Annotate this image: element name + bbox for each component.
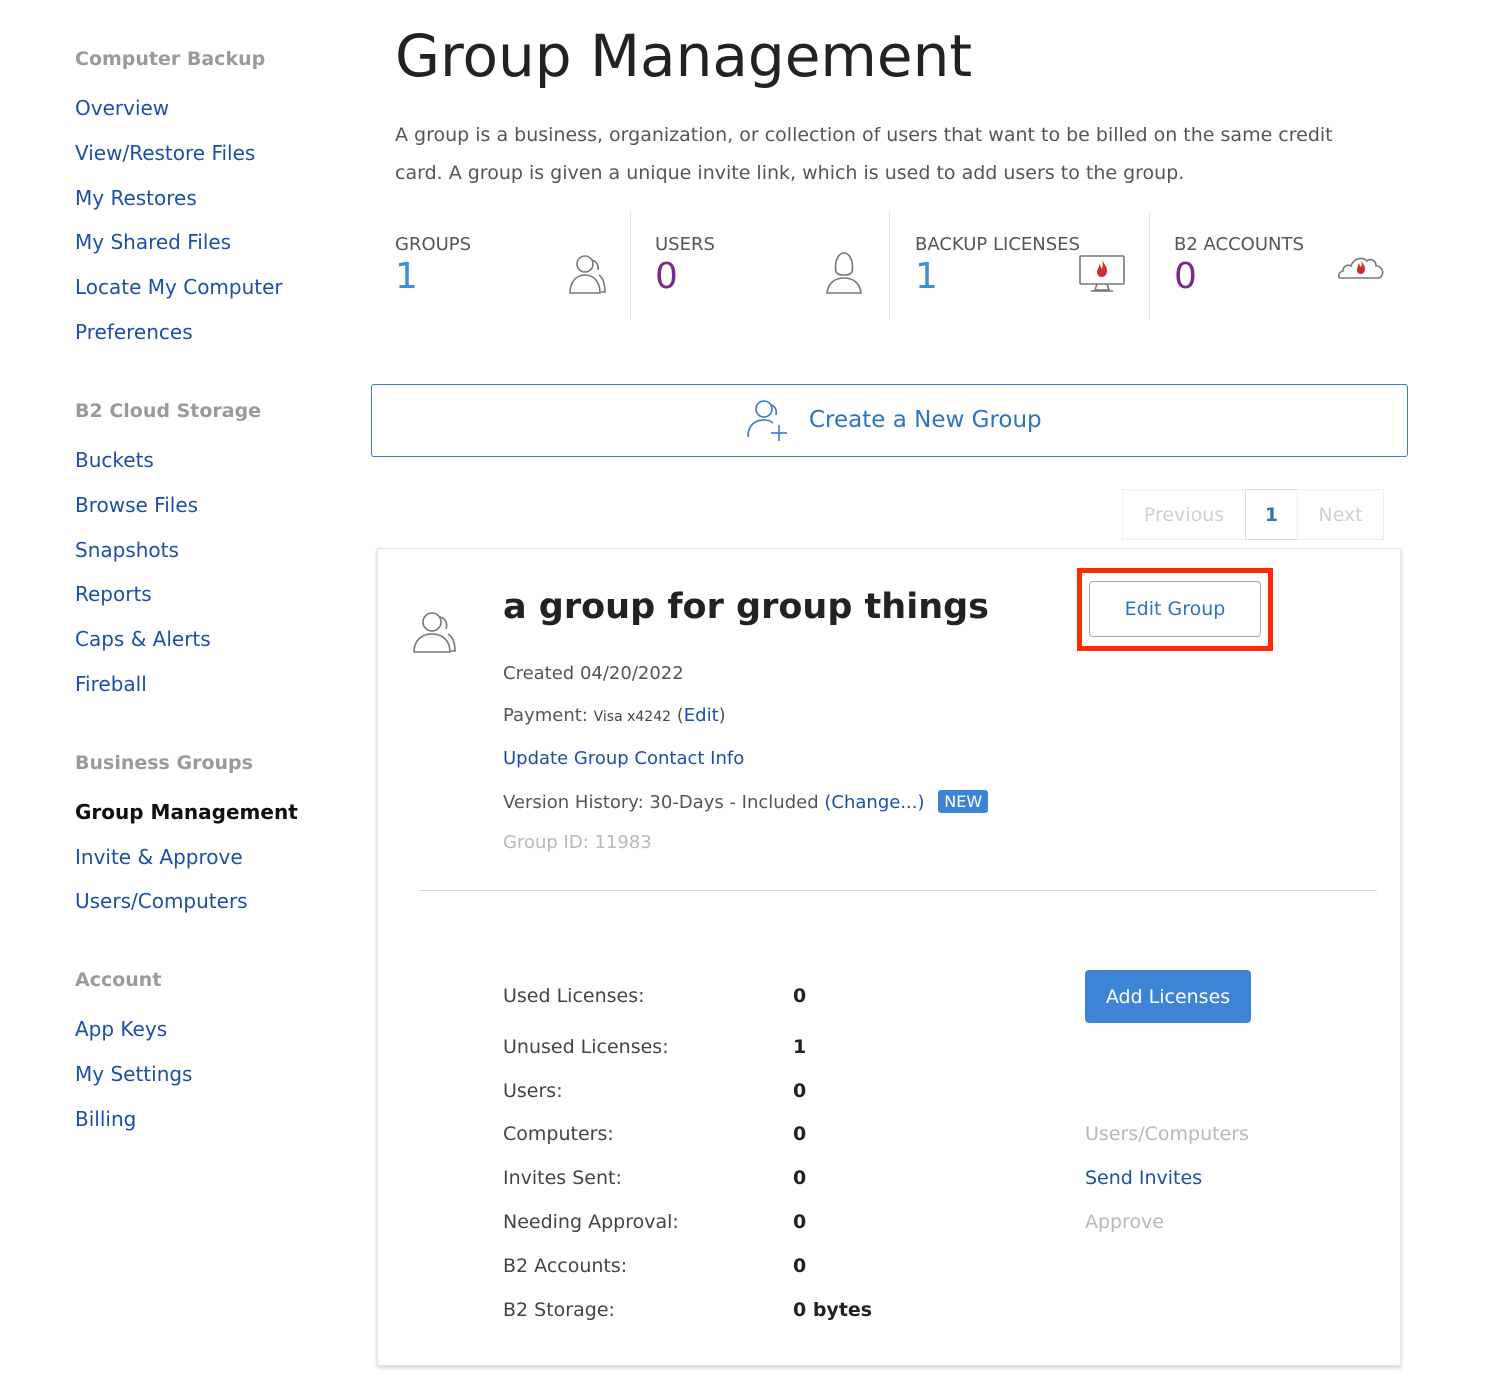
invites-sent-label: Invites Sent: bbox=[503, 1167, 622, 1189]
sidebar-heading-account: Account bbox=[75, 969, 162, 991]
version-history: Version History: 30-Days - Included (Cha… bbox=[503, 790, 989, 813]
computers-value: 0 bbox=[793, 1123, 807, 1145]
create-group-button[interactable]: Create a New Group bbox=[371, 384, 1408, 457]
card-divider bbox=[419, 890, 1377, 891]
user-icon bbox=[826, 252, 862, 294]
sidebar-heading-b2-cloud-storage: B2 Cloud Storage bbox=[75, 400, 262, 422]
sidebar-item-view-restore-files[interactable]: View/Restore Files bbox=[75, 141, 255, 165]
page-description: A group is a business, organization, or … bbox=[395, 124, 1333, 184]
stat-separator bbox=[630, 210, 631, 320]
stat-separator bbox=[1149, 210, 1150, 320]
new-badge: NEW bbox=[938, 790, 989, 813]
sidebar-item-locate-my-computer[interactable]: Locate My Computer bbox=[75, 275, 283, 299]
pagination-next[interactable]: Next bbox=[1297, 489, 1384, 540]
pagination-previous[interactable]: Previous bbox=[1122, 489, 1246, 540]
sidebar-item-billing[interactable]: Billing bbox=[75, 1107, 136, 1131]
stats-bar: GROUPS 1 USERS 0 BACKUP LICENSES 1 B2 AC… bbox=[395, 210, 1395, 320]
stat-groups-value: 1 bbox=[395, 256, 418, 297]
sidebar-item-reports[interactable]: Reports bbox=[75, 582, 152, 606]
used-licenses-value: 0 bbox=[793, 985, 807, 1007]
version-change-link[interactable]: (Change...) bbox=[824, 792, 924, 813]
group-card: a group for group things Edit Group Crea… bbox=[377, 548, 1401, 1366]
stat-separator bbox=[889, 210, 890, 320]
needing-approval-value: 0 bbox=[793, 1211, 807, 1233]
sidebar-item-overview[interactable]: Overview bbox=[75, 96, 169, 120]
sidebar-item-caps-alerts[interactable]: Caps & Alerts bbox=[75, 627, 211, 651]
send-invites-link[interactable]: Send Invites bbox=[1085, 1167, 1202, 1189]
sidebar-item-snapshots[interactable]: Snapshots bbox=[75, 538, 179, 562]
unused-licenses-label: Unused Licenses: bbox=[503, 1036, 669, 1058]
users-computers-link: Users/Computers bbox=[1085, 1123, 1249, 1145]
group-name: a group for group things bbox=[503, 587, 990, 627]
unused-licenses-value: 1 bbox=[793, 1036, 807, 1058]
payment-edit-link[interactable]: Edit bbox=[684, 705, 719, 726]
group-payment: Payment: Visa x4242 (Edit) bbox=[503, 705, 726, 726]
sidebar-item-my-shared-files[interactable]: My Shared Files bbox=[75, 230, 231, 254]
sidebar-item-users-computers[interactable]: Users/Computers bbox=[75, 889, 248, 913]
group-created: Created 04/20/2022 bbox=[503, 663, 684, 684]
b2-storage-label: B2 Storage: bbox=[503, 1299, 615, 1321]
stat-users-value: 0 bbox=[655, 256, 678, 297]
sidebar-item-preferences[interactable]: Preferences bbox=[75, 320, 193, 344]
stat-backup-licenses-label: BACKUP LICENSES bbox=[915, 234, 1080, 255]
stat-groups: GROUPS 1 bbox=[395, 210, 635, 320]
payment-card: Visa x4242 bbox=[593, 709, 672, 725]
stat-b2-accounts-label: B2 ACCOUNTS bbox=[1174, 234, 1304, 255]
page-title: Group Management bbox=[395, 22, 973, 90]
needing-approval-label: Needing Approval: bbox=[503, 1211, 679, 1233]
approve-link: Approve bbox=[1085, 1211, 1165, 1233]
users-label: Users: bbox=[503, 1080, 563, 1102]
add-licenses-button[interactable]: Add Licenses bbox=[1085, 970, 1251, 1023]
stat-users: USERS 0 bbox=[655, 210, 895, 320]
stat-users-label: USERS bbox=[655, 234, 715, 255]
used-licenses-label: Used Licenses: bbox=[503, 985, 645, 1007]
computers-label: Computers: bbox=[503, 1123, 614, 1145]
sidebar-item-browse-files[interactable]: Browse Files bbox=[75, 493, 198, 517]
stat-groups-label: GROUPS bbox=[395, 234, 472, 255]
invites-sent-value: 0 bbox=[793, 1167, 807, 1189]
b2-storage-value: 0 bytes bbox=[793, 1299, 873, 1321]
update-contact-info-link[interactable]: Update Group Contact Info bbox=[503, 748, 744, 769]
edit-group-button[interactable]: Edit Group bbox=[1089, 581, 1261, 637]
b2-accounts-value: 0 bbox=[793, 1255, 807, 1277]
sidebar-item-buckets[interactable]: Buckets bbox=[75, 448, 154, 472]
version-history-text: Version History: 30-Days - Included bbox=[503, 792, 819, 813]
group-user-icon bbox=[569, 255, 606, 294]
payment-label: Payment: bbox=[503, 705, 588, 726]
pagination-page-1[interactable]: 1 bbox=[1245, 489, 1298, 540]
stat-b2-accounts-value: 0 bbox=[1174, 256, 1197, 297]
b2-accounts-label: B2 Accounts: bbox=[503, 1255, 628, 1277]
sidebar-item-invite-approve[interactable]: Invite & Approve bbox=[75, 845, 243, 869]
sidebar-item-my-restores[interactable]: My Restores bbox=[75, 186, 197, 210]
sidebar-item-my-settings[interactable]: My Settings bbox=[75, 1062, 192, 1086]
create-group-label: Create a New Group bbox=[809, 407, 1042, 433]
cloud-flame-icon bbox=[1337, 257, 1384, 279]
add-user-icon bbox=[747, 400, 787, 441]
sidebar-item-fireball[interactable]: Fireball bbox=[75, 672, 147, 696]
monitor-flame-icon bbox=[1079, 255, 1125, 292]
users-value: 0 bbox=[793, 1080, 807, 1102]
stat-b2-accounts: B2 ACCOUNTS 0 bbox=[1174, 210, 1414, 320]
sidebar-item-app-keys[interactable]: App Keys bbox=[75, 1017, 167, 1041]
group-avatar-icon bbox=[413, 612, 456, 653]
stat-backup-licenses: BACKUP LICENSES 1 bbox=[915, 210, 1155, 320]
sidebar-heading-business-groups: Business Groups bbox=[75, 752, 253, 774]
sidebar-heading-computer-backup: Computer Backup bbox=[75, 48, 266, 70]
sidebar-item-group-management[interactable]: Group Management bbox=[75, 800, 298, 824]
group-id: Group ID: 11983 bbox=[503, 832, 652, 853]
stat-backup-licenses-value: 1 bbox=[915, 256, 938, 297]
